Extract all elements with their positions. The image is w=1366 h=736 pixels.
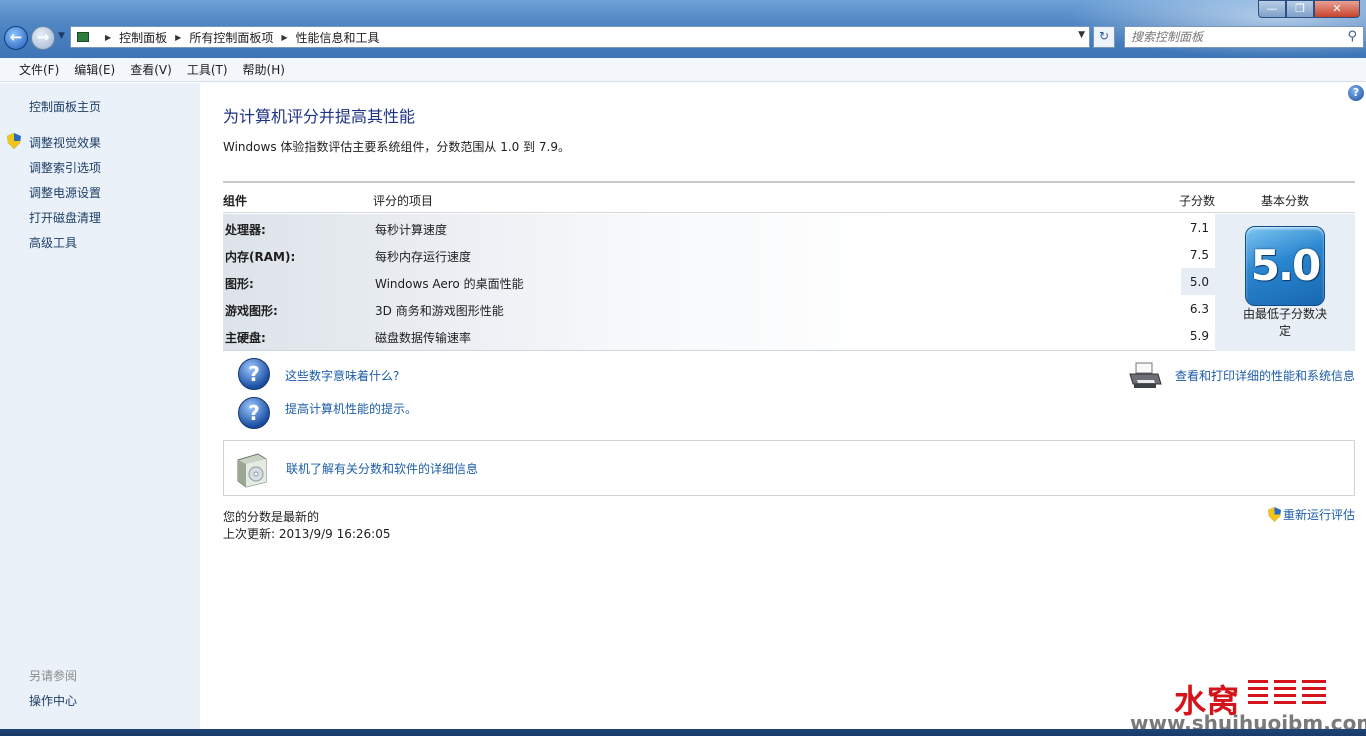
address-dropdown-icon[interactable]: ▼ xyxy=(1078,30,1085,40)
chevron-right-icon[interactable]: ▶ xyxy=(105,33,111,42)
breadcrumb-all-items[interactable]: 所有控制面板项 xyxy=(189,29,273,46)
subscore: 5.0 xyxy=(1181,268,1215,295)
base-score-note: 由最低子分数决定 xyxy=(1242,307,1327,338)
table-row: 处理器: 每秒计算速度 7.1 xyxy=(223,214,1215,241)
taskbar xyxy=(0,729,1366,736)
back-button[interactable]: ← xyxy=(4,26,28,50)
watermark: 水窝 www.shuihuoibm.com xyxy=(1130,676,1366,736)
refresh-button[interactable]: ↻ xyxy=(1093,26,1115,48)
header-basescore: 基本分数 xyxy=(1261,194,1310,208)
software-box-icon xyxy=(237,453,267,488)
menu-help[interactable]: 帮助(H) xyxy=(243,61,285,78)
base-score-badge: 5.0 xyxy=(1245,226,1325,306)
sidebar-item-indexing[interactable]: 调整索引选项 xyxy=(29,159,101,176)
sidebar-item-disk-cleanup[interactable]: 打开磁盘清理 xyxy=(29,209,101,226)
sidebar: 控制面板主页 调整视觉效果 调整索引选项 调整电源设置 打开磁盘清理 高级工具 … xyxy=(0,83,200,736)
control-panel-icon xyxy=(77,32,89,42)
subscore: 7.5 xyxy=(1181,241,1215,268)
sidebar-item-action-center[interactable]: 操作中心 xyxy=(29,692,77,709)
maximize-button[interactable]: ❐ xyxy=(1286,0,1314,18)
ibm-logo-icon xyxy=(1248,680,1326,704)
what-numbers-mean-link[interactable]: 这些数字意味着什么? xyxy=(285,367,399,384)
rated-item: 每秒计算速度 xyxy=(375,223,448,237)
last-update: 上次更新: 2013/9/9 16:26:05 xyxy=(223,527,391,541)
close-button[interactable]: ✕ xyxy=(1314,0,1360,18)
question-help-icon: ? xyxy=(238,397,270,429)
page-title: 为计算机评分并提高其性能 xyxy=(223,107,416,126)
sidebar-item-home[interactable]: 控制面板主页 xyxy=(29,98,101,115)
menu-file[interactable]: 文件(F) xyxy=(19,61,59,78)
header-component: 组件 xyxy=(223,194,248,208)
component-name: 图形: xyxy=(225,277,254,291)
rated-item: 3D 商务和游戏图形性能 xyxy=(375,304,504,318)
performance-tips-link[interactable]: 提高计算机性能的提示。 xyxy=(285,400,417,417)
uac-shield-icon xyxy=(7,133,21,149)
score-table: 组件 评分的项目 子分数 基本分数 处理器: 每秒计算速度 7.1 内存(RAM… xyxy=(223,181,1355,352)
help-icon[interactable]: ? xyxy=(1348,85,1364,101)
question-help-icon: ? xyxy=(238,358,270,390)
score-status: 您的分数是最新的 xyxy=(223,510,320,524)
table-row: 主硬盘: 磁盘数据传输速率 5.9 xyxy=(223,322,1215,349)
menu-view[interactable]: 查看(V) xyxy=(130,61,172,78)
table-body: 处理器: 每秒计算速度 7.1 内存(RAM): 每秒内存运行速度 7.5 图形… xyxy=(223,214,1355,351)
header-subscore: 子分数 xyxy=(1179,194,1216,208)
online-info-box[interactable]: 联机了解有关分数和软件的详细信息 xyxy=(223,440,1355,496)
breadcrumb-performance[interactable]: 性能信息和工具 xyxy=(296,29,380,46)
base-score-cell: 5.0 由最低子分数决定 xyxy=(1215,214,1355,351)
base-score-value: 5.0 xyxy=(1250,241,1321,290)
header-item: 评分的项目 xyxy=(373,194,434,208)
component-name: 游戏图形: xyxy=(225,304,278,318)
forward-button[interactable]: → xyxy=(31,26,55,50)
chevron-right-icon[interactable]: ▶ xyxy=(281,33,287,42)
search-input[interactable] xyxy=(1125,27,1325,47)
sidebar-item-power[interactable]: 调整电源设置 xyxy=(29,184,101,201)
rerun-assessment-link[interactable]: 重新运行评估 xyxy=(1268,506,1355,523)
see-also-heading: 另请参阅 xyxy=(29,669,78,683)
uac-shield-icon xyxy=(1268,507,1281,522)
table-header: 组件 评分的项目 子分数 基本分数 xyxy=(223,183,1355,213)
online-info-link[interactable]: 联机了解有关分数和软件的详细信息 xyxy=(286,460,478,477)
page-description: Windows 体验指数评估主要系统组件，分数范围从 1.0 到 7.9。 xyxy=(223,140,570,154)
menu-edit[interactable]: 编辑(E) xyxy=(74,61,115,78)
minimize-button[interactable]: — xyxy=(1258,0,1286,18)
menu-tools[interactable]: 工具(T) xyxy=(187,61,228,78)
table-row: 图形: Windows Aero 的桌面性能 5.0 xyxy=(223,268,1215,295)
subscore: 5.9 xyxy=(1181,322,1215,349)
sidebar-item-advanced-tools[interactable]: 高级工具 xyxy=(29,234,77,251)
printer-icon xyxy=(1129,362,1162,388)
table-row: 游戏图形: 3D 商务和游戏图形性能 6.3 xyxy=(223,295,1215,322)
component-name: 内存(RAM): xyxy=(225,250,296,264)
menu-bar: 文件(F) 编辑(E) 查看(V) 工具(T) 帮助(H) xyxy=(0,58,1366,82)
breadcrumb-control-panel[interactable]: 控制面板 xyxy=(119,29,167,46)
component-name: 处理器: xyxy=(225,223,266,237)
component-name: 主硬盘: xyxy=(225,331,266,345)
table-row: 内存(RAM): 每秒内存运行速度 7.5 xyxy=(223,241,1215,268)
window-controls: — ❐ ✕ xyxy=(1258,0,1360,18)
chevron-right-icon[interactable]: ▶ xyxy=(175,33,181,42)
rated-item: Windows Aero 的桌面性能 xyxy=(375,277,524,291)
print-details-link[interactable]: 查看和打印详细的性能和系统信息 xyxy=(1175,367,1355,384)
sidebar-item-visual-effects[interactable]: 调整视觉效果 xyxy=(29,134,101,151)
rerun-label[interactable]: 重新运行评估 xyxy=(1283,508,1355,522)
rated-item: 每秒内存运行速度 xyxy=(375,250,472,264)
subscore: 7.1 xyxy=(1181,214,1215,241)
search-box[interactable]: ⚲ xyxy=(1124,26,1364,48)
address-bar[interactable]: ▶ 控制面板 ▶ 所有控制面板项 ▶ 性能信息和工具 ▼ xyxy=(70,26,1090,48)
recent-pages-dropdown-icon[interactable]: ▼ xyxy=(58,31,65,41)
subscore: 6.3 xyxy=(1181,295,1215,322)
search-icon[interactable]: ⚲ xyxy=(1347,29,1357,44)
rated-item: 磁盘数据传输速率 xyxy=(375,331,472,345)
